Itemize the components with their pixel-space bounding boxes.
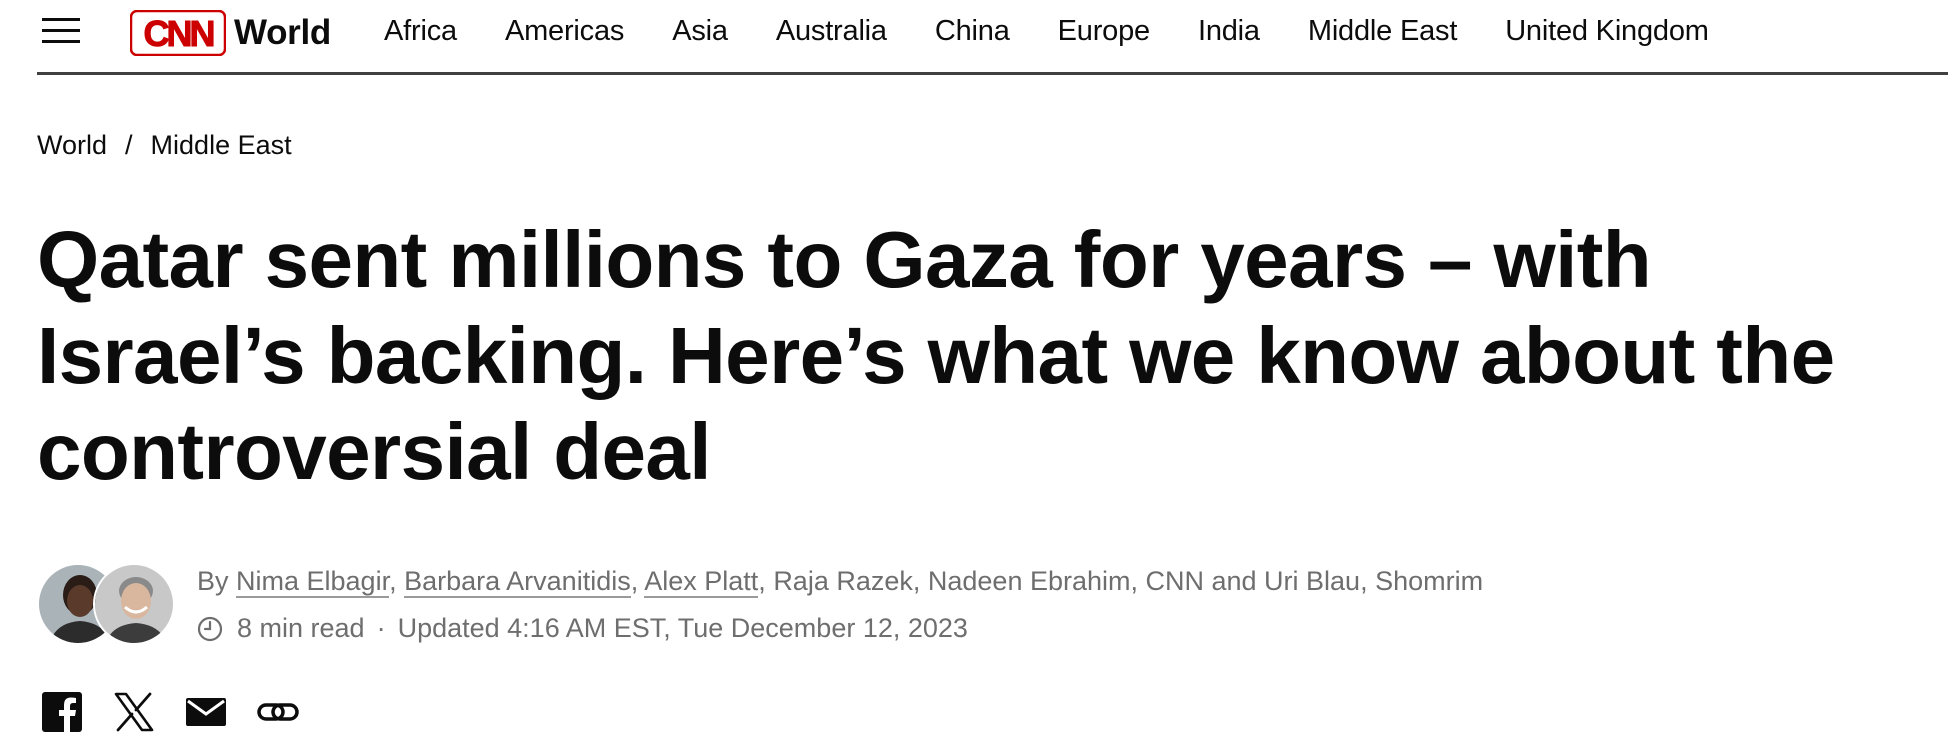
x-twitter-icon[interactable] xyxy=(112,690,156,734)
cnn-world-logo[interactable]: CNN World xyxy=(130,8,331,58)
site-header: CNN World Africa Americas Asia Australia… xyxy=(0,0,1948,76)
breadcrumb: World / Middle East xyxy=(37,130,292,161)
breadcrumb-world[interactable]: World xyxy=(37,130,107,161)
author-avatar[interactable] xyxy=(93,563,175,645)
byline-separator: , xyxy=(630,566,645,596)
updated-timestamp: Updated 4:16 AM EST, Tue December 12, 20… xyxy=(397,613,968,643)
byline: By Nima Elbagir, Barbara Arvanitidis, Al… xyxy=(197,566,1484,598)
breadcrumb-separator: / xyxy=(125,130,133,160)
share-bar xyxy=(40,688,328,736)
byline-separator: , xyxy=(389,566,405,596)
cnn-logo: CNN xyxy=(130,10,226,56)
email-icon[interactable] xyxy=(184,690,228,734)
meta-separator: · xyxy=(376,613,386,643)
nav-item-middle-east[interactable]: Middle East xyxy=(1308,15,1458,48)
byline-prefix: By xyxy=(197,566,237,596)
nav-item-australia[interactable]: Australia xyxy=(776,15,887,48)
read-time: 8 min read xyxy=(237,613,365,643)
author-link[interactable]: Nima Elbagir xyxy=(236,566,390,598)
article-headline: Qatar sent millions to Gaza for years – … xyxy=(37,215,1835,496)
link-icon[interactable] xyxy=(256,690,300,734)
facebook-icon[interactable] xyxy=(40,690,84,734)
author-link[interactable]: Alex Platt xyxy=(644,566,759,598)
nav-item-europe[interactable]: Europe xyxy=(1058,15,1151,48)
main-nav: Africa Americas Asia Australia China Eur… xyxy=(384,10,1757,52)
nav-item-asia[interactable]: Asia xyxy=(672,15,728,48)
nav-item-united-kingdom[interactable]: United Kingdom xyxy=(1505,15,1709,48)
nav-item-africa[interactable]: Africa xyxy=(384,15,457,48)
author-link[interactable]: Barbara Arvanitidis xyxy=(404,566,631,598)
section-name: World xyxy=(234,13,332,52)
byline-separator: , xyxy=(758,566,774,596)
breadcrumb-middle-east[interactable]: Middle East xyxy=(151,130,292,161)
author-avatars xyxy=(37,563,177,645)
nav-item-china[interactable]: China xyxy=(935,15,1010,48)
byline-other-authors: Raja Razek, Nadeen Ebrahim, CNN and Uri … xyxy=(773,566,1484,596)
nav-item-india[interactable]: India xyxy=(1198,15,1260,48)
article-meta: 8 min read · Updated 4:16 AM EST, Tue De… xyxy=(197,613,968,644)
header-divider xyxy=(37,72,1948,75)
svg-text:CNN: CNN xyxy=(144,13,214,54)
clock-icon xyxy=(197,616,223,641)
nav-item-americas[interactable]: Americas xyxy=(505,15,624,48)
hamburger-menu-icon[interactable] xyxy=(42,14,80,48)
